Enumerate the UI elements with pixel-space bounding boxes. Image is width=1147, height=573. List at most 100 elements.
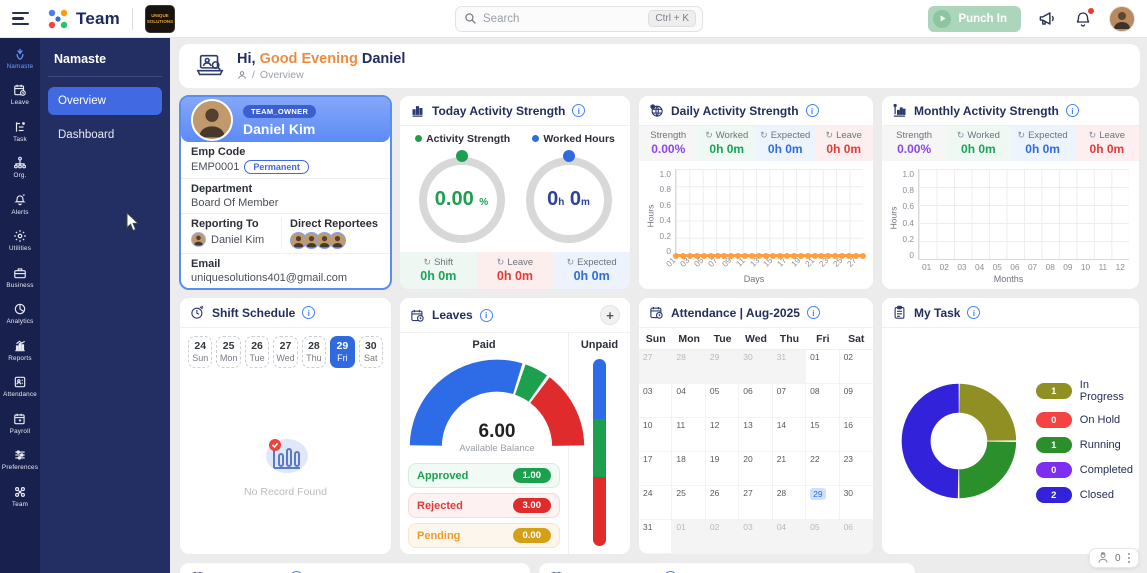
unpaid-label: Unpaid [581, 339, 618, 351]
calendar-day-cell[interactable]: 16 [840, 418, 873, 452]
shift-day-25[interactable]: 25Mon [216, 336, 240, 368]
rail-item-leave[interactable]: Leave [0, 77, 40, 114]
calendar-day-cell[interactable]: 01 [672, 520, 705, 554]
calendar-day-header: Thu [773, 328, 806, 350]
calendar-day-cell[interactable]: 10 [639, 418, 672, 452]
y-axis: Hours1.00.80.60.40.20 [645, 169, 675, 256]
calendar-day-cell[interactable]: 31 [639, 520, 672, 554]
notifications-bell-icon[interactable] [1073, 9, 1093, 29]
shift-day-27[interactable]: 27Wed [273, 336, 297, 368]
calendar-day-cell[interactable]: 18 [672, 452, 705, 486]
menu-toggle-icon[interactable] [12, 12, 30, 26]
calendar-day-cell[interactable]: 25 [672, 486, 705, 520]
direct-reportees-avatars[interactable] [290, 232, 380, 249]
rail-item-task[interactable]: Task [0, 113, 40, 150]
monthly-stats-strip: Strength0.00%↻Worked0h 0m↻Expected0h 0m↻… [882, 126, 1139, 161]
rail-item-utilities[interactable]: Utilities [0, 223, 40, 260]
calendar-day-cell[interactable]: 29 [806, 486, 839, 520]
info-icon[interactable]: i [806, 104, 819, 117]
calendar-day-cell[interactable]: 26 [706, 486, 739, 520]
calendar-day-cell[interactable]: 05 [806, 520, 839, 554]
calendar-day-cell[interactable]: 01 [806, 350, 839, 384]
calendar-day-cell[interactable]: 03 [639, 384, 672, 418]
info-icon[interactable]: i [967, 306, 980, 319]
rail-item-payroll[interactable]: Payroll [0, 405, 40, 442]
announcements-icon[interactable] [1037, 9, 1057, 29]
calendar-day-cell[interactable]: 28 [773, 486, 806, 520]
calendar-day-cell[interactable]: 03 [739, 520, 772, 554]
org-logo-badge[interactable]: UNIQUE SOLUTIONS [145, 5, 175, 33]
kebab-menu-icon[interactable] [1127, 553, 1132, 564]
calendar-day-cell[interactable]: 30 [739, 350, 772, 384]
breadcrumb-current[interactable]: Overview [260, 69, 304, 81]
calendar-day-cell[interactable]: 23 [840, 452, 873, 486]
sidebar-item-overview[interactable]: Overview [48, 87, 162, 115]
rail-item-namaste[interactable]: Namaste [0, 40, 40, 77]
calendar-day-cell[interactable]: 15 [806, 418, 839, 452]
calendar-day-cell[interactable]: 28 [672, 350, 705, 384]
reportee-avatar[interactable] [329, 232, 346, 249]
punch-in-button[interactable]: Punch In [928, 6, 1021, 32]
search-input[interactable] [483, 13, 642, 25]
my-task-card: My Task i 1In Progress0On Hold1Running0C… [881, 297, 1140, 555]
calendar-day-cell[interactable]: 22 [806, 452, 839, 486]
calendar-day-cell[interactable]: 09 [840, 384, 873, 418]
info-icon[interactable]: i [1066, 104, 1079, 117]
shift-day-30[interactable]: 30Sat [359, 336, 383, 368]
calendar-day-cell[interactable]: 02 [706, 520, 739, 554]
info-icon[interactable]: i [480, 309, 493, 322]
calendar-day-cell[interactable]: 11 [672, 418, 705, 452]
calendar-day-cell[interactable]: 21 [773, 452, 806, 486]
calendar-day-cell[interactable]: 12 [706, 418, 739, 452]
info-icon[interactable]: i [572, 104, 585, 117]
plot-area [918, 169, 1129, 260]
rail-item-org[interactable]: Org. [0, 150, 40, 187]
calendar-day-cell[interactable]: 13 [739, 418, 772, 452]
calendar-day-cell[interactable]: 04 [773, 520, 806, 554]
summary-expected: ↻Expected0h 0m [553, 252, 630, 289]
empty-text: No Record Found [244, 486, 327, 498]
calendar-day-cell[interactable]: 24 [639, 486, 672, 520]
calendar-day-cell[interactable]: 06 [840, 520, 873, 554]
rail-item-analytics[interactable]: Analytics [0, 296, 40, 333]
calendar-day-cell[interactable]: 02 [840, 350, 873, 384]
rail-item-attendance[interactable]: Attendance [0, 369, 40, 406]
shift-day-28[interactable]: 28Thu [302, 336, 326, 368]
calendar-day-cell[interactable]: 20 [739, 452, 772, 486]
calendar-day-cell[interactable]: 17 [639, 452, 672, 486]
rail-item-preferences[interactable]: Preferences [0, 442, 40, 479]
info-icon[interactable]: i [302, 306, 315, 319]
user-avatar[interactable] [1109, 6, 1135, 32]
legend-closed: 2Closed [1036, 487, 1133, 503]
info-icon[interactable]: i [807, 306, 820, 319]
rail-item-team[interactable]: Team [0, 478, 40, 515]
calendar-day-cell[interactable]: 27 [639, 350, 672, 384]
calendar-day-cell[interactable]: 14 [773, 418, 806, 452]
calendar-day-cell[interactable]: 05 [706, 384, 739, 418]
floating-status-widget[interactable]: 0 [1089, 548, 1139, 568]
calendar-day-cell[interactable]: 30 [840, 486, 873, 520]
shift-empty-state: No Record Found [180, 376, 391, 554]
alerts-icon [13, 193, 27, 207]
calendar-day-cell[interactable]: 31 [773, 350, 806, 384]
calendar-day-cell[interactable]: 29 [706, 350, 739, 384]
sidebar-item-dashboard[interactable]: Dashboard [48, 121, 162, 149]
rail-item-reports[interactable]: Reports [0, 332, 40, 369]
calendar-day-cell[interactable]: 06 [739, 384, 772, 418]
shift-day-24[interactable]: 24Sun [188, 336, 212, 368]
daily-activity-icon [649, 103, 664, 118]
card-title: Daily Activity Strength [671, 104, 799, 118]
calendar-day-cell[interactable]: 04 [672, 384, 705, 418]
calendar-day-cell[interactable]: 08 [806, 384, 839, 418]
rail-item-business[interactable]: Business [0, 259, 40, 296]
calendar-day-cell[interactable]: 27 [739, 486, 772, 520]
calendar-day-cell[interactable]: 19 [706, 452, 739, 486]
calendar-day-cell[interactable]: 07 [773, 384, 806, 418]
shift-day-26[interactable]: 26Tue [245, 336, 269, 368]
search-box[interactable]: Ctrl + K [455, 6, 703, 32]
leave-row-approved: Approved1.00 [408, 463, 560, 488]
shift-day-29[interactable]: 29Fri [330, 336, 354, 368]
attendance-card: Attendance | Aug-2025 i SunMonTueWedThuF… [638, 297, 874, 555]
rail-item-alerts[interactable]: Alerts [0, 186, 40, 223]
add-leave-button[interactable]: + [600, 305, 620, 325]
